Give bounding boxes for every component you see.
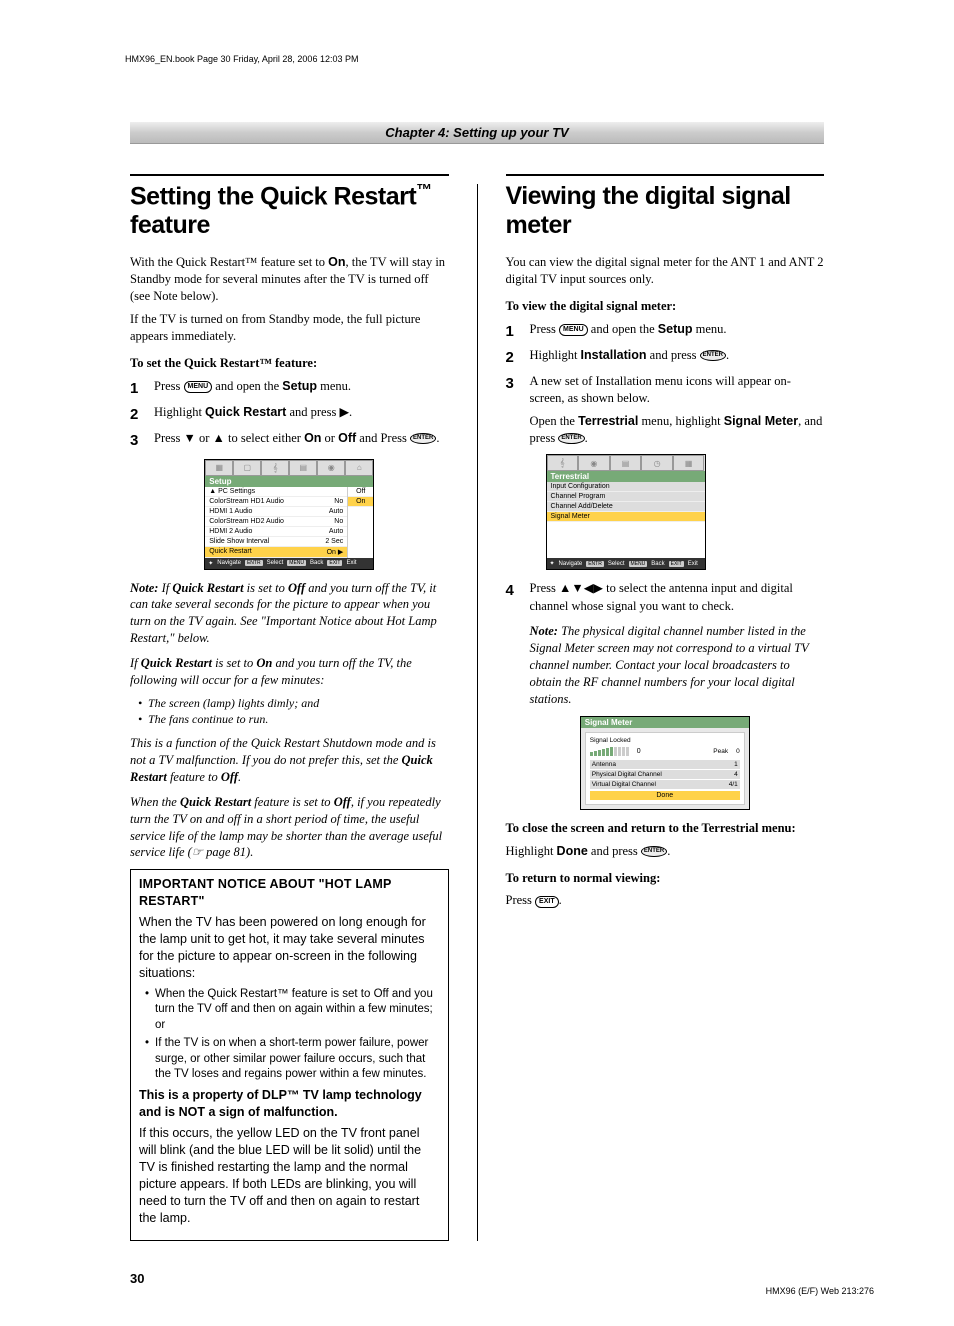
osd-title: Setup bbox=[205, 476, 373, 487]
enter-button-icon: ENTER bbox=[641, 846, 667, 857]
notice-p1: When the TV has been powered on long eno… bbox=[139, 914, 440, 982]
menu-button-icon: MENU bbox=[559, 324, 588, 336]
intro-p2: If the TV is turned on from Standby mode… bbox=[130, 311, 449, 345]
rstep-1: 1 Press MENU and open the Setup menu. bbox=[506, 321, 825, 342]
bullets: The screen (lamp) lights dimly; and The … bbox=[130, 695, 449, 727]
rstep-4: 4 Press ▲▼◀▶ to select the antenna input… bbox=[506, 580, 825, 615]
left-heading: Setting the Quick Restart™ feature bbox=[130, 174, 449, 240]
rstep-3b: Open the Terrestrial menu, highlight Sig… bbox=[506, 413, 825, 447]
step-1: 1 Press MENU and open the Setup menu. bbox=[130, 378, 449, 399]
osd2-title: Terrestrial bbox=[547, 471, 705, 482]
footer-text: HMX96 (E/F) Web 213:276 bbox=[766, 1286, 874, 1296]
steps-left: 1 Press MENU and open the Setup menu. 2 … bbox=[130, 378, 449, 451]
step-3: 3 Press ▼ or ▲ to select either On or Of… bbox=[130, 430, 449, 451]
heading-text2: feature bbox=[130, 211, 210, 239]
notice-li2: If the TV is on when a short-term power … bbox=[145, 1036, 440, 1083]
steps-right-4: 4 Press ▲▼◀▶ to select the antenna input… bbox=[506, 580, 825, 615]
steps-right: 1 Press MENU and open the Setup menu. 2 … bbox=[506, 321, 825, 408]
rstep-3: 3 A new set of Installation menu icons w… bbox=[506, 373, 825, 408]
right-heading: Viewing the digital signal meter bbox=[506, 174, 825, 240]
exit-button-icon: EXIT bbox=[535, 896, 559, 908]
book-header: HMX96_EN.book Page 30 Friday, April 28, … bbox=[125, 54, 869, 64]
columns: Setting the Quick Restart™ feature With … bbox=[85, 174, 869, 1241]
note-off: Note: If Quick Restart is set to Off and… bbox=[130, 580, 449, 648]
osd3-title: Signal Meter bbox=[581, 717, 749, 728]
column-divider bbox=[477, 184, 478, 1241]
right-column: Viewing the digital signal meter You can… bbox=[506, 174, 825, 1241]
left-column: Setting the Quick Restart™ feature With … bbox=[130, 174, 449, 1241]
intro-p1: With the Quick Restart™ feature set to O… bbox=[130, 254, 449, 305]
page-number: 30 bbox=[85, 1271, 869, 1286]
enter-button-icon: ENTER bbox=[558, 433, 584, 444]
osd-setup: ▦▢𝄞▤◉⌂ Setup ▲ PC Settings ColorStream H… bbox=[204, 459, 374, 570]
osd-terrestrial: 𝄞◉▤◷▦ Terrestrial Input Configuration Ch… bbox=[546, 454, 706, 570]
right-intro: You can view the digital signal meter fo… bbox=[506, 254, 825, 288]
note-channel: Note: The physical digital channel numbe… bbox=[506, 623, 825, 707]
subhead-set: To set the Quick Restart™ feature: bbox=[130, 355, 449, 372]
note-life: When the Quick Restart feature is set to… bbox=[130, 794, 449, 862]
note-shutdown: This is a function of the Quick Restart … bbox=[130, 735, 449, 786]
notice-p3: If this occurs, the yellow LED on the TV… bbox=[139, 1125, 440, 1226]
subhead-close: To close the screen and return to the Te… bbox=[506, 820, 825, 837]
notice-p2: This is a property of DLP™ TV lamp techn… bbox=[139, 1087, 440, 1121]
osd-signal-meter: Signal Meter Signal Locked 0 Peak 0 Ante… bbox=[580, 716, 750, 810]
return-text: Press EXIT. bbox=[506, 892, 825, 909]
hot-lamp-notice: IMPORTANT NOTICE ABOUT "HOT LAMP RESTART… bbox=[130, 869, 449, 1240]
step-2: 2 Highlight Quick Restart and press ▶. bbox=[130, 404, 449, 425]
subhead-return: To return to normal viewing: bbox=[506, 870, 825, 887]
subhead-view: To view the digital signal meter: bbox=[506, 298, 825, 315]
notice-li1: When the Quick Restart™ feature is set t… bbox=[145, 987, 440, 1034]
menu-button-icon: MENU bbox=[184, 381, 213, 393]
note-on: If Quick Restart is set to On and you tu… bbox=[130, 655, 449, 689]
enter-button-icon: ENTER bbox=[700, 350, 726, 361]
chapter-title: Chapter 4: Setting up your TV bbox=[130, 122, 824, 144]
close-text: Highlight Done and press ENTER. bbox=[506, 843, 825, 860]
heading-text: Setting the Quick Restart bbox=[130, 182, 416, 210]
rstep-2: 2 Highlight Installation and press ENTER… bbox=[506, 347, 825, 368]
tm-icon: ™ bbox=[416, 182, 432, 199]
notice-title: IMPORTANT NOTICE ABOUT "HOT LAMP RESTART… bbox=[139, 876, 440, 910]
enter-button-icon: ENTER bbox=[410, 433, 436, 444]
